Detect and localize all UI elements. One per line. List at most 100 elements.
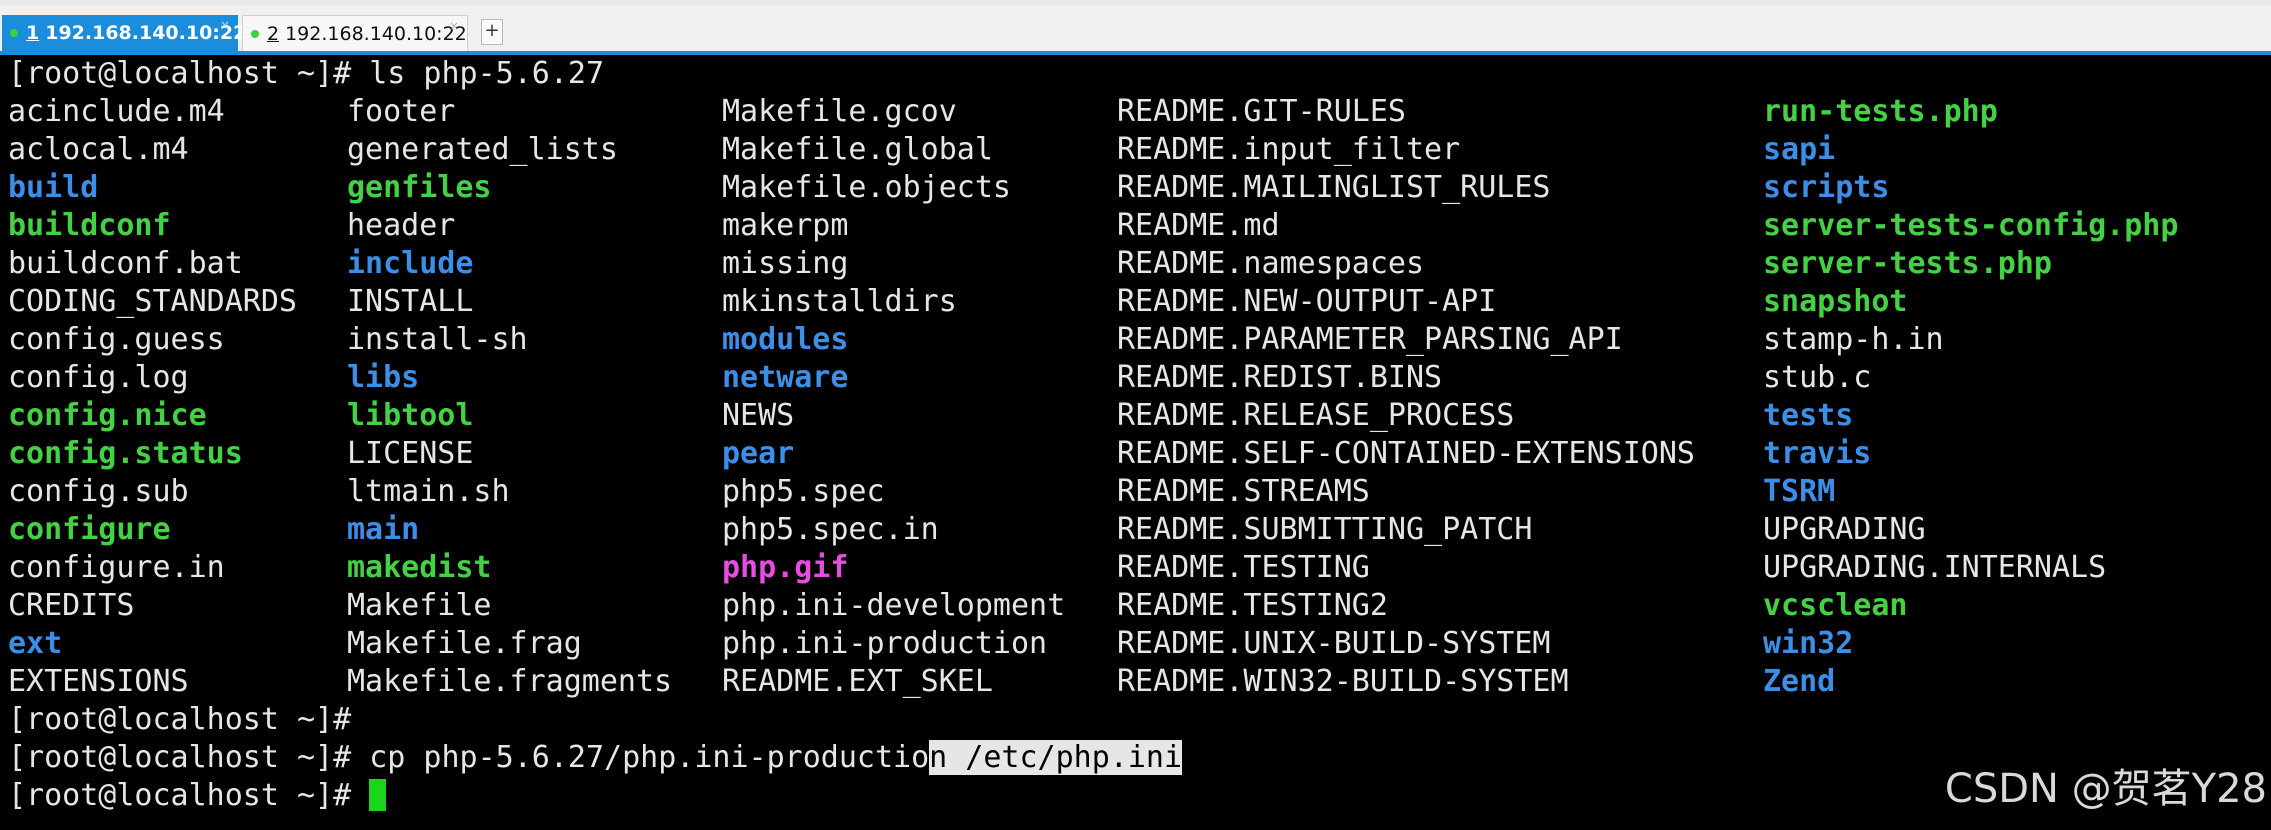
listing-entry: README.REDIST.BINS (1117, 360, 1443, 395)
listing-entry: Makefile.objects (722, 170, 1011, 205)
listing-entry: README.NEW-OUTPUT-API (1117, 284, 1497, 319)
listing-entry: modules (722, 322, 849, 357)
listing-entry: UPGRADING (1763, 512, 1926, 547)
listing-entry: install-sh (347, 322, 528, 357)
listing-entry: TSRM (1763, 474, 1836, 509)
listing-entry: snapshot (1763, 284, 1908, 319)
listing-entry: main (347, 512, 420, 547)
listing-entry: CODING_STANDARDS (8, 284, 297, 319)
listing-entry: config.log (8, 360, 189, 395)
listing-entry: makerpm (722, 208, 849, 243)
listing-entry: buildconf (8, 208, 171, 243)
command-line-ls: [root@localhost ~]# ls php-5.6.27 (8, 56, 605, 91)
listing-entry: php.ini-development (722, 588, 1066, 623)
listing-entry: tests (1763, 398, 1854, 433)
prompt: [root@localhost ~]# (8, 740, 370, 775)
listing-entry: stamp-h.in (1763, 322, 1944, 357)
listing-entry: travis (1763, 436, 1872, 471)
tab-label: 192.168.140.10:22 (45, 22, 247, 44)
watermark: CSDN @贺茗Y28 (1944, 766, 2267, 812)
listing-entry: php5.spec (722, 474, 885, 509)
listing-entry: build (8, 170, 99, 205)
listing-entry: config.guess (8, 322, 225, 357)
prompt: [root@localhost ~]# (8, 778, 370, 813)
listing-entry: config.nice (8, 398, 207, 433)
command-line-cp: [root@localhost ~]# cp php-5.6.27/php.in… (8, 739, 1183, 777)
listing-entry: ext (8, 626, 63, 661)
selected-text[interactable]: n /etc/php.ini (929, 740, 1183, 775)
listing-entry: README.EXT_SKEL (722, 664, 993, 699)
listing-entry: aclocal.m4 (8, 132, 189, 167)
listing-entry: Makefile.fragments (347, 664, 673, 699)
listing-entry: server-tests-config.php (1763, 208, 2179, 243)
listing-entry: README.PARAMETER_PARSING_API (1117, 322, 1623, 357)
listing-entry: README.TESTING2 (1117, 588, 1388, 623)
listing-entry: netware (722, 360, 849, 395)
listing-entry: footer (347, 94, 456, 129)
listing-entry: header (347, 208, 456, 243)
listing-entry: Makefile.global (722, 132, 993, 167)
connected-status-icon (10, 29, 18, 37)
listing-entry: configure (8, 512, 171, 547)
listing-entry: acinclude.m4 (8, 94, 225, 129)
listing-entry: buildconf.bat (8, 246, 243, 281)
listing-entry: config.sub (8, 474, 189, 509)
listing-entry: mkinstalldirs (722, 284, 957, 319)
tab-session-2[interactable]: 2 192.168.140.10:22 × (242, 15, 468, 51)
listing-entry: win32 (1763, 626, 1854, 661)
session-tab-bar: 1 192.168.140.10:22 × 2 192.168.140.10:2… (0, 5, 2271, 52)
command-text: cp php-5.6.27/php.ini-productio (369, 740, 930, 775)
listing-entry: README.namespaces (1117, 246, 1425, 281)
listing-entry: README.SELF-CONTAINED-EXTENSIONS (1117, 436, 1695, 471)
listing-entry: run-tests.php (1763, 94, 1998, 129)
listing-entry: Zend (1763, 664, 1836, 699)
listing-entry: README.SUBMITTING_PATCH (1117, 512, 1533, 547)
text-cursor (369, 779, 387, 811)
new-tab-button[interactable]: + (481, 19, 503, 45)
tab-session-1[interactable]: 1 192.168.140.10:22 × (2, 15, 246, 51)
listing-entry: generated_lists (347, 132, 618, 167)
tab-number: 1 (26, 22, 40, 44)
listing-entry: Makefile.frag (347, 626, 582, 661)
listing-entry: README.TESTING (1117, 550, 1370, 585)
listing-entry: vcsclean (1763, 588, 1908, 623)
listing-entry: LICENSE (347, 436, 474, 471)
listing-entry: README.STREAMS (1117, 474, 1370, 509)
listing-entry: Makefile.gcov (722, 94, 957, 129)
listing-entry: EXTENSIONS (8, 664, 189, 699)
listing-entry: CREDITS (8, 588, 135, 623)
listing-entry: configure.in (8, 550, 225, 585)
listing-entry: pear (722, 436, 795, 471)
listing-entry: php.ini-production (722, 626, 1048, 661)
close-tab-icon[interactable]: × (449, 19, 459, 33)
listing-entry: makedist (347, 550, 492, 585)
listing-entry: libtool (347, 398, 474, 433)
prompt-line: [root@localhost ~]# (8, 702, 352, 737)
listing-entry: genfiles (347, 170, 492, 205)
tab-label: 192.168.140.10:22 (285, 22, 467, 45)
listing-entry: NEWS (722, 398, 795, 433)
listing-entry: libs (347, 360, 420, 395)
ssh-client-window: 1 192.168.140.10:22 × 2 192.168.140.10:2… (0, 0, 2271, 830)
listing-entry: README.RELEASE_PROCESS (1117, 398, 1515, 433)
tab-number: 2 (267, 22, 280, 45)
listing-entry: ltmain.sh (347, 474, 510, 509)
connected-status-icon (251, 29, 259, 38)
listing-entry: missing (722, 246, 849, 281)
listing-entry: README.WIN32-BUILD-SYSTEM (1117, 664, 1569, 699)
listing-entry: UPGRADING.INTERNALS (1763, 550, 2107, 585)
listing-entry: README.GIT-RULES (1117, 94, 1406, 129)
active-prompt-line: [root@localhost ~]# (8, 777, 387, 815)
listing-entry: README.UNIX-BUILD-SYSTEM (1117, 626, 1551, 661)
terminal-output[interactable]: [root@localhost ~]# ls php-5.6.27 acincl… (0, 55, 2271, 830)
listing-entry: README.md (1117, 208, 1280, 243)
listing-entry: README.input_filter (1117, 132, 1461, 167)
close-tab-icon[interactable]: × (220, 18, 230, 32)
listing-entry: server-tests.php (1763, 246, 2052, 281)
listing-entry: include (347, 246, 474, 281)
listing-entry: config.status (8, 436, 243, 471)
listing-entry: stub.c (1763, 360, 1872, 395)
listing-entry: INSTALL (347, 284, 474, 319)
listing-entry: php5.spec.in (722, 512, 939, 547)
listing-entry: sapi (1763, 132, 1836, 167)
